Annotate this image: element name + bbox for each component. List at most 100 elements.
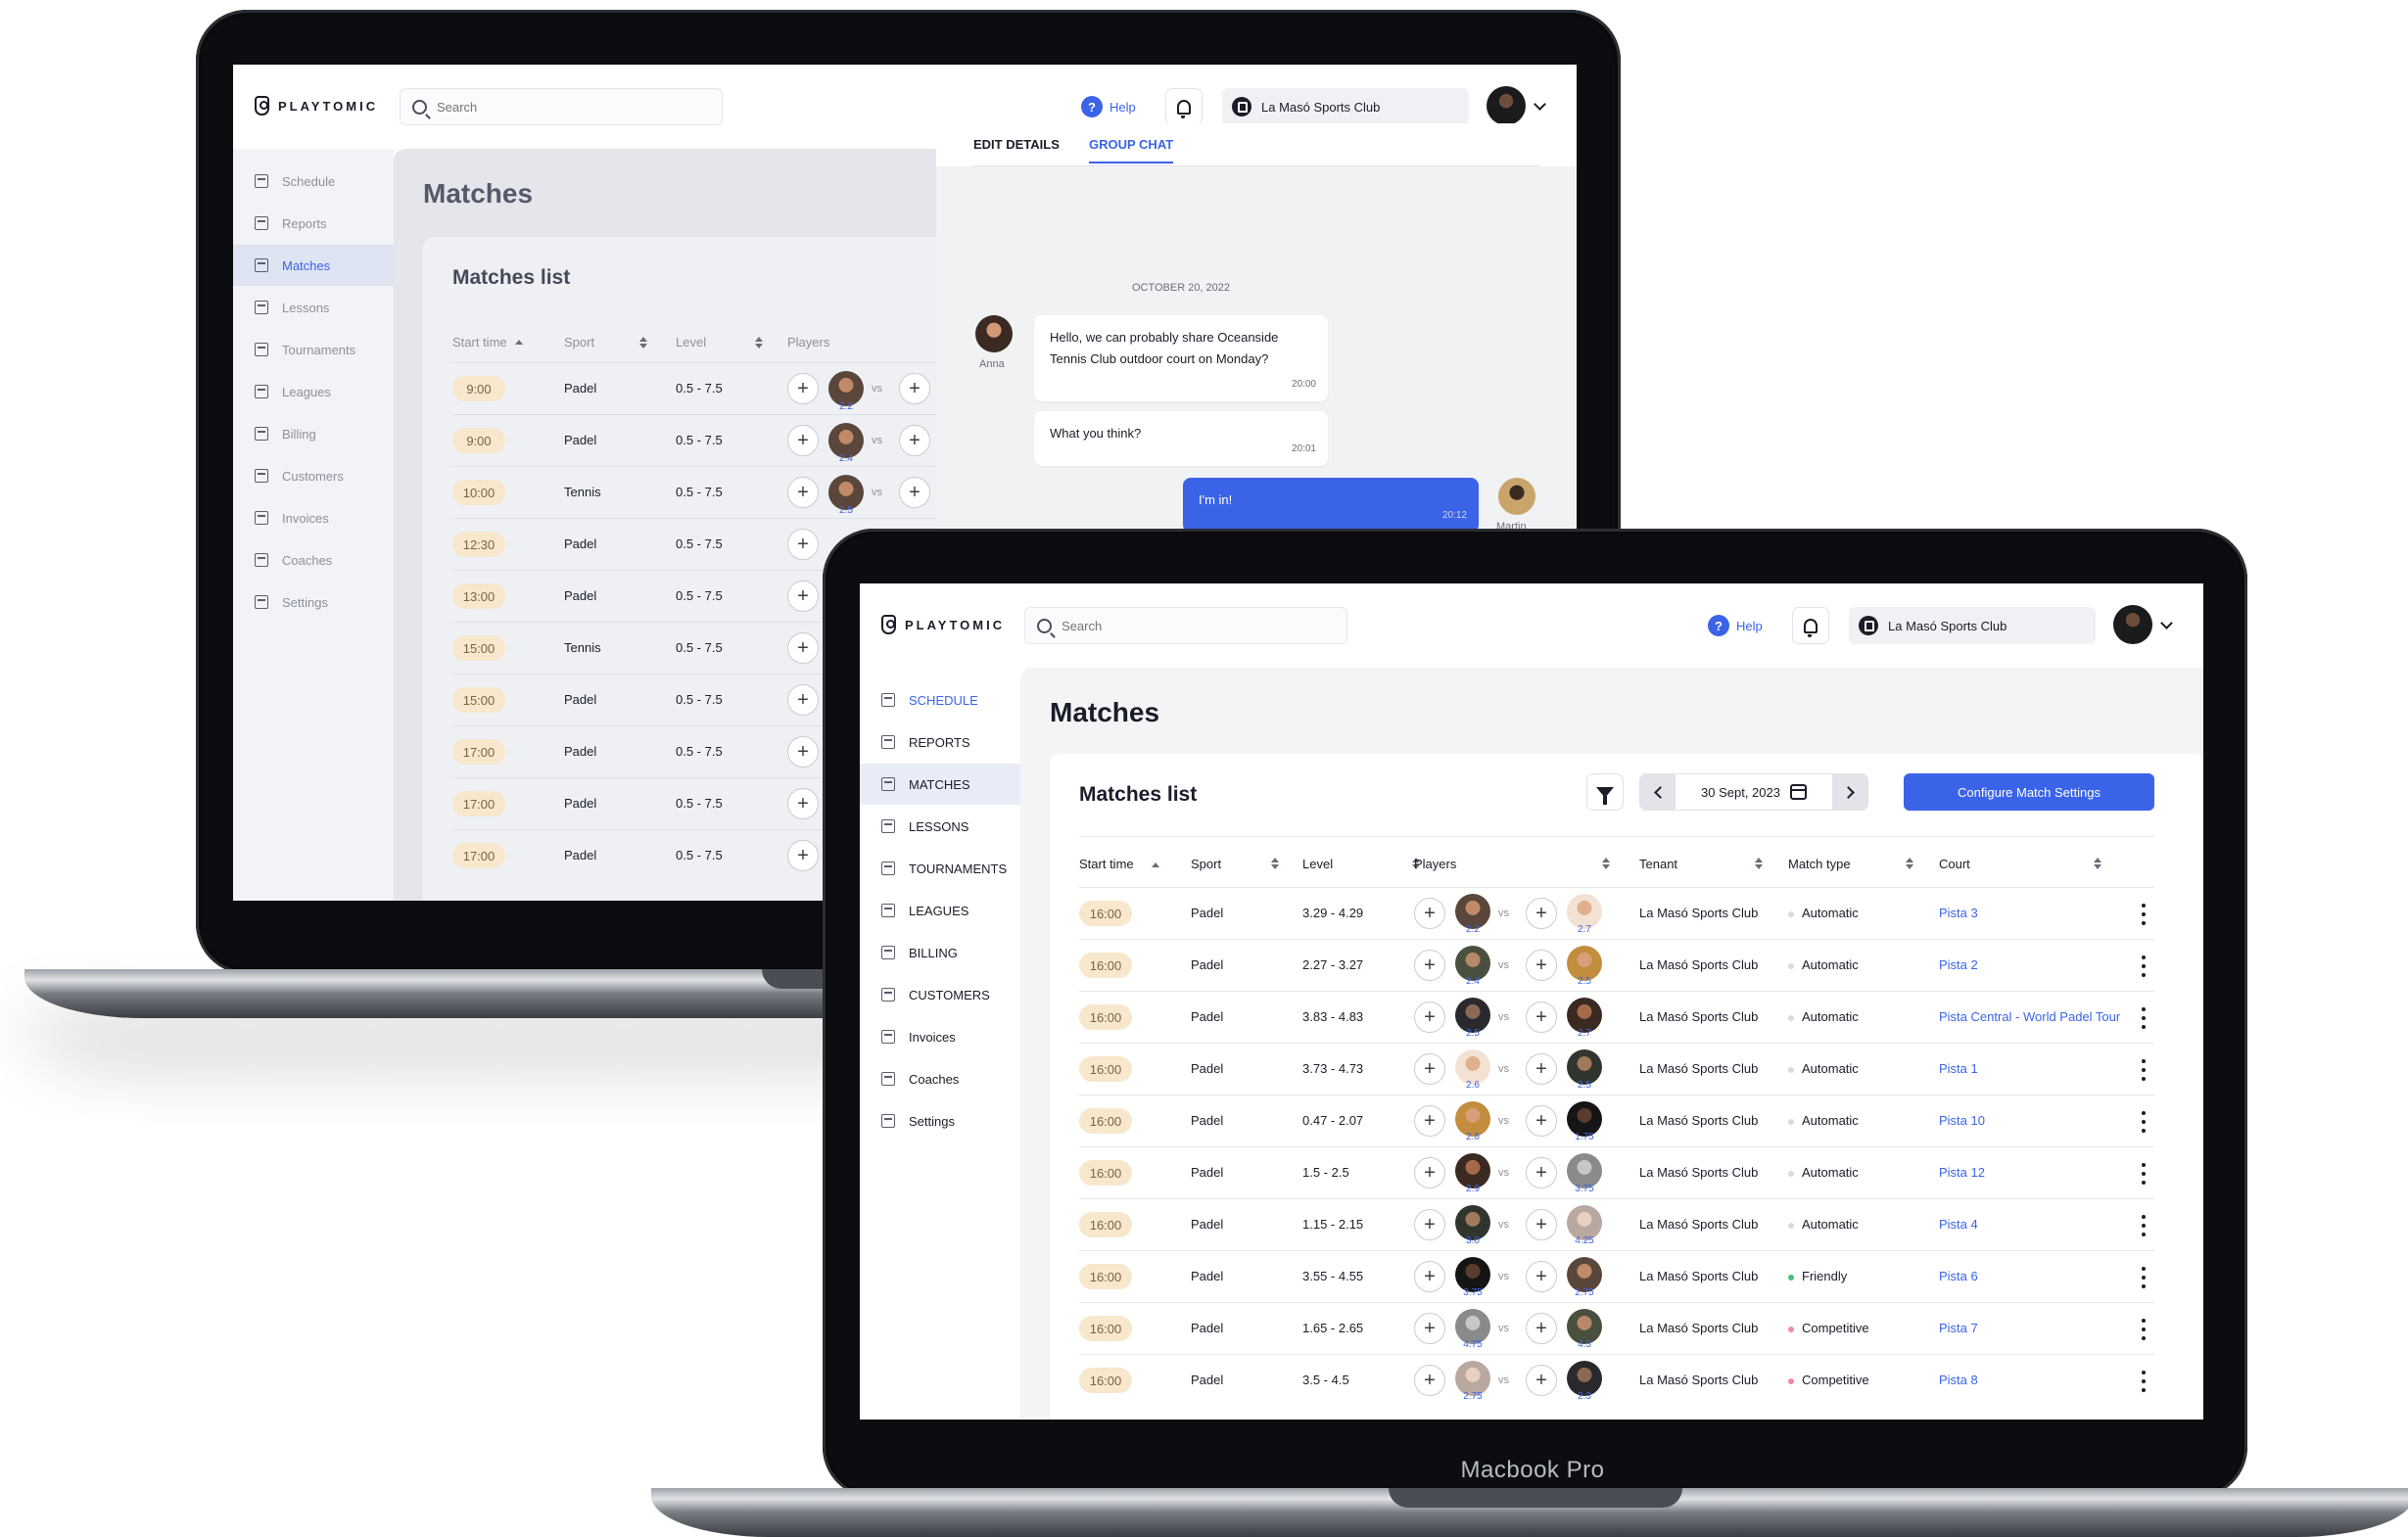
header-tenant[interactable]: Tenant [1639, 857, 1677, 871]
add-player-button[interactable]: + [787, 477, 819, 508]
header-level[interactable]: Level [1302, 857, 1333, 871]
header-match-type[interactable]: Match type [1788, 857, 1851, 871]
add-player-button[interactable]: + [1414, 1365, 1445, 1396]
add-player-button[interactable]: + [787, 684, 819, 716]
add-player-button[interactable]: + [787, 736, 819, 768]
add-player-button[interactable]: + [787, 581, 819, 612]
add-player-button[interactable]: + [787, 373, 819, 404]
more-options-icon[interactable] [2141, 955, 2147, 977]
add-player-button[interactable]: + [787, 425, 819, 456]
header-court[interactable]: Court [1939, 857, 1970, 871]
court-link[interactable]: Pista 3 [1939, 906, 1978, 920]
more-options-icon[interactable] [2141, 1267, 2147, 1288]
add-player-button[interactable]: + [1526, 898, 1557, 929]
court-link[interactable]: Pista 12 [1939, 1165, 1985, 1180]
add-player-button[interactable]: + [1526, 950, 1557, 981]
notifications-button[interactable] [1165, 88, 1203, 125]
chevron-down-icon[interactable] [1534, 98, 1546, 111]
chevron-down-icon[interactable] [2160, 617, 2173, 629]
more-options-icon[interactable] [2141, 904, 2147, 925]
nav-item-customers[interactable]: Customers [233, 455, 394, 496]
nav-item-leagues[interactable]: LEAGUES [860, 890, 1020, 931]
sort-icon[interactable] [1906, 858, 1913, 869]
notifications-button[interactable] [1792, 607, 1829, 644]
nav-item-settings[interactable]: Settings [233, 582, 394, 623]
previous-day-button[interactable] [1640, 774, 1676, 810]
add-player-button[interactable]: + [1414, 1313, 1445, 1344]
nav-item-invoices[interactable]: Invoices [233, 497, 394, 538]
search-input[interactable] [1062, 618, 1336, 633]
nav-item-customers[interactable]: CUSTOMERS [860, 974, 1020, 1015]
add-player-button[interactable]: + [899, 477, 930, 508]
nav-item-schedule[interactable]: SCHEDULE [860, 679, 1020, 721]
filter-button[interactable] [1586, 773, 1624, 811]
add-player-button[interactable]: + [1526, 1261, 1557, 1292]
add-player-button[interactable]: + [787, 840, 819, 871]
court-link[interactable]: Pista 6 [1939, 1269, 1978, 1283]
more-options-icon[interactable] [2141, 1111, 2147, 1133]
nav-item-tournaments[interactable]: TOURNAMENTS [860, 848, 1020, 889]
court-link[interactable]: Pista 2 [1939, 957, 1978, 972]
next-day-button[interactable] [1832, 774, 1867, 810]
add-player-button[interactable]: + [1526, 1209, 1557, 1240]
sort-asc-icon[interactable] [1152, 862, 1159, 867]
table-row[interactable]: 16:00 Padel 1.15 - 2.15 +3.0 vs +4.25 La Masó … [1079, 1198, 2154, 1250]
header-sport[interactable]: Sport [564, 335, 648, 349]
nav-item-matches[interactable]: MATCHES [860, 764, 1020, 805]
table-row[interactable]: 16:00 Padel 2.27 - 3.27 +2.4 vs +2.5 La Masó S… [1079, 939, 2154, 991]
nav-item-settings[interactable]: Settings [860, 1100, 1020, 1141]
header-level[interactable]: Level [676, 335, 764, 349]
nav-item-leagues[interactable]: Leagues [233, 371, 394, 412]
add-player-button[interactable]: + [1526, 1053, 1557, 1085]
court-link[interactable]: Pista 8 [1939, 1373, 1978, 1387]
add-player-button[interactable]: + [1526, 1105, 1557, 1137]
sort-icon[interactable] [2094, 858, 2101, 869]
add-player-button[interactable]: + [1414, 1105, 1445, 1137]
sort-icon[interactable] [1755, 858, 1763, 869]
nav-item-matches[interactable]: Matches [233, 245, 394, 286]
court-link[interactable]: Pista 1 [1939, 1061, 1978, 1076]
add-player-button[interactable]: + [1526, 1365, 1557, 1396]
search-box[interactable] [1024, 607, 1347, 644]
add-player-button[interactable]: + [1526, 1313, 1557, 1344]
configure-match-settings-button[interactable]: Configure Match Settings [1904, 773, 2154, 811]
nav-item-lessons[interactable]: LESSONS [860, 806, 1020, 847]
header-start-time[interactable]: Start time [452, 335, 523, 349]
add-player-button[interactable]: + [1414, 1053, 1445, 1085]
more-options-icon[interactable] [2141, 1371, 2147, 1392]
date-picker[interactable]: 30 Sept, 2023 [1676, 784, 1832, 800]
nav-item-invoices[interactable]: Invoices [860, 1016, 1020, 1057]
nav-item-coaches[interactable]: Coaches [233, 539, 394, 581]
user-avatar[interactable] [1487, 86, 1526, 125]
add-player-button[interactable]: + [1414, 950, 1445, 981]
tab-edit-details[interactable]: EDIT DETAILS [973, 137, 1060, 162]
header-start-time[interactable]: Start time [1079, 857, 1134, 871]
nav-item-reports[interactable]: REPORTS [860, 722, 1020, 763]
court-link[interactable]: Pista 10 [1939, 1113, 1985, 1128]
more-options-icon[interactable] [2141, 1059, 2147, 1081]
header-players[interactable]: Players [787, 335, 829, 349]
add-player-button[interactable]: + [787, 788, 819, 819]
table-row[interactable]: 16:00 Padel 1.5 - 2.5 +2.9 vs +3.75 La Masó Sp… [1079, 1146, 2154, 1198]
add-player-button[interactable]: + [899, 373, 930, 404]
add-player-button[interactable]: + [787, 529, 819, 560]
more-options-icon[interactable] [2141, 1215, 2147, 1236]
table-row[interactable]: 16:00 Padel 3.5 - 4.5 +2.75 vs +2.3 La Masó Sp… [1079, 1354, 2154, 1406]
help-link[interactable]: ? Help [1081, 96, 1136, 117]
add-player-button[interactable]: + [1414, 1001, 1445, 1033]
court-link[interactable]: Pista Central - World Padel Tour [1939, 1009, 2120, 1024]
table-row[interactable]: 16:00 Padel 0.47 - 2.07 +2.8 vs +1.75 La Masó … [1079, 1095, 2154, 1146]
nav-item-billing[interactable]: Billing [233, 413, 394, 454]
tab-group-chat[interactable]: GROUP CHAT [1089, 137, 1174, 163]
nav-item-reports[interactable]: Reports [233, 203, 394, 244]
nav-item-lessons[interactable]: Lessons [233, 287, 394, 328]
court-link[interactable]: Pista 7 [1939, 1321, 1978, 1335]
table-row[interactable]: 16:00 Padel 3.55 - 4.55 +3.75 vs +2.75 La Masó… [1079, 1250, 2154, 1302]
add-player-button[interactable]: + [1526, 1157, 1557, 1188]
sort-icon[interactable] [1602, 858, 1610, 869]
table-row[interactable]: 16:00 Padel 1.65 - 2.65 +4.75 vs +4.3 La Masó … [1079, 1302, 2154, 1354]
table-row[interactable]: 16:00 Padel 3.29 - 4.29 +2.2 vs +2.7 La Masó S… [1079, 887, 2154, 939]
club-selector[interactable]: La Masó Sports Club [1849, 607, 2096, 644]
nav-item-tournaments[interactable]: Tournaments [233, 329, 394, 370]
header-sport[interactable]: Sport [1191, 857, 1221, 871]
